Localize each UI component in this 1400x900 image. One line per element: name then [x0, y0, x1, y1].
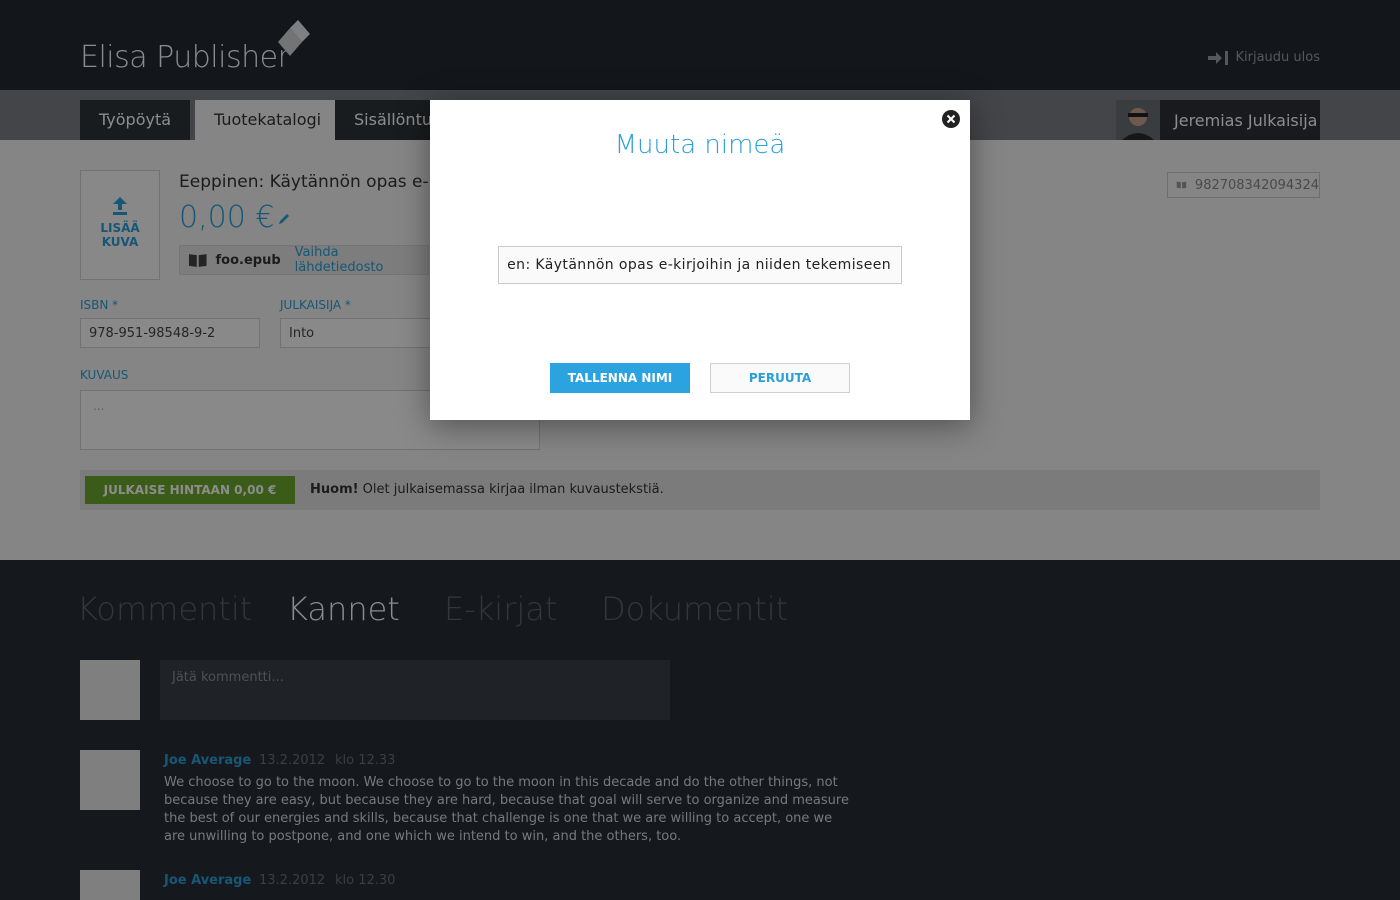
- save-name-button[interactable]: TALLENNA NIMI: [550, 363, 690, 393]
- cancel-button[interactable]: PERUUTA: [710, 363, 850, 393]
- rename-dialog: Muuta nimeä en: Käytännön opas e-kirjoih…: [430, 100, 970, 420]
- name-input-value: en: Käytännön opas e-kirjoihin ja niiden…: [507, 257, 891, 273]
- name-input[interactable]: en: Käytännön opas e-kirjoihin ja niiden…: [498, 246, 902, 284]
- dialog-title: Muuta nimeä: [614, 130, 786, 160]
- close-icon[interactable]: [942, 110, 960, 128]
